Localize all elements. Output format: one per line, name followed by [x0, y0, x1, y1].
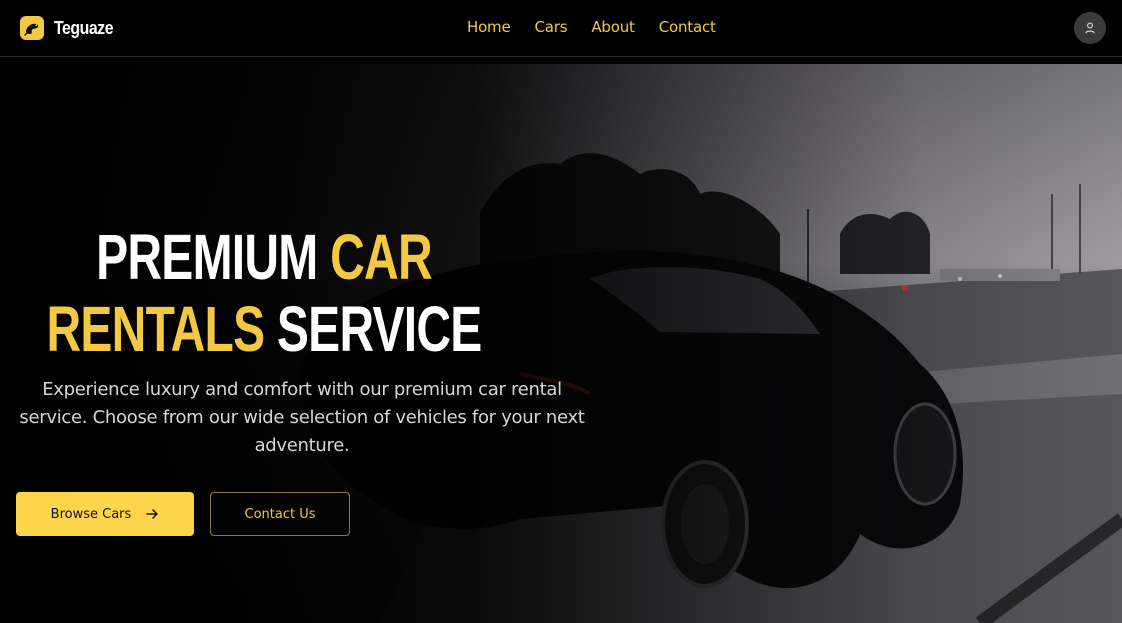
- lizard-logo-icon: [20, 16, 44, 40]
- main-nav: Home Cars About Contact: [467, 18, 716, 36]
- nav-home-link[interactable]: Home: [467, 18, 511, 36]
- headline-word-rentals: RENTALS: [46, 293, 265, 365]
- arrow-right-icon: [146, 509, 159, 519]
- browse-cars-button[interactable]: Browse Cars: [16, 492, 194, 536]
- user-avatar-button[interactable]: [1074, 12, 1106, 44]
- hero-headline: PREMIUM CAR RENTALS SERVICE: [0, 221, 528, 365]
- browse-cars-label: Browse Cars: [50, 506, 132, 522]
- brand[interactable]: Teguaze: [20, 14, 121, 42]
- nav-contact-link[interactable]: Contact: [659, 18, 716, 36]
- hero-description: Experience luxury and comfort with our p…: [19, 379, 585, 456]
- nav-about-link[interactable]: About: [591, 18, 635, 36]
- page: Teguaze Home Cars About Contact PREMIUM …: [0, 0, 1122, 623]
- hero-content: PREMIUM CAR RENTALS SERVICE Experience l…: [0, 0, 620, 623]
- headline-word-premium: PREMIUM: [96, 221, 318, 293]
- headline-word-service: SERVICE: [276, 293, 482, 365]
- brand-name: Teguaze: [54, 17, 114, 38]
- nav-cars-link[interactable]: Cars: [535, 18, 568, 36]
- headline-word-car: CAR: [330, 221, 432, 293]
- user-icon: [1085, 22, 1095, 34]
- contact-us-button[interactable]: Contact Us: [210, 492, 350, 536]
- contact-us-label: Contact Us: [244, 506, 316, 522]
- top-navbar: Teguaze Home Cars About Contact: [0, 0, 1122, 57]
